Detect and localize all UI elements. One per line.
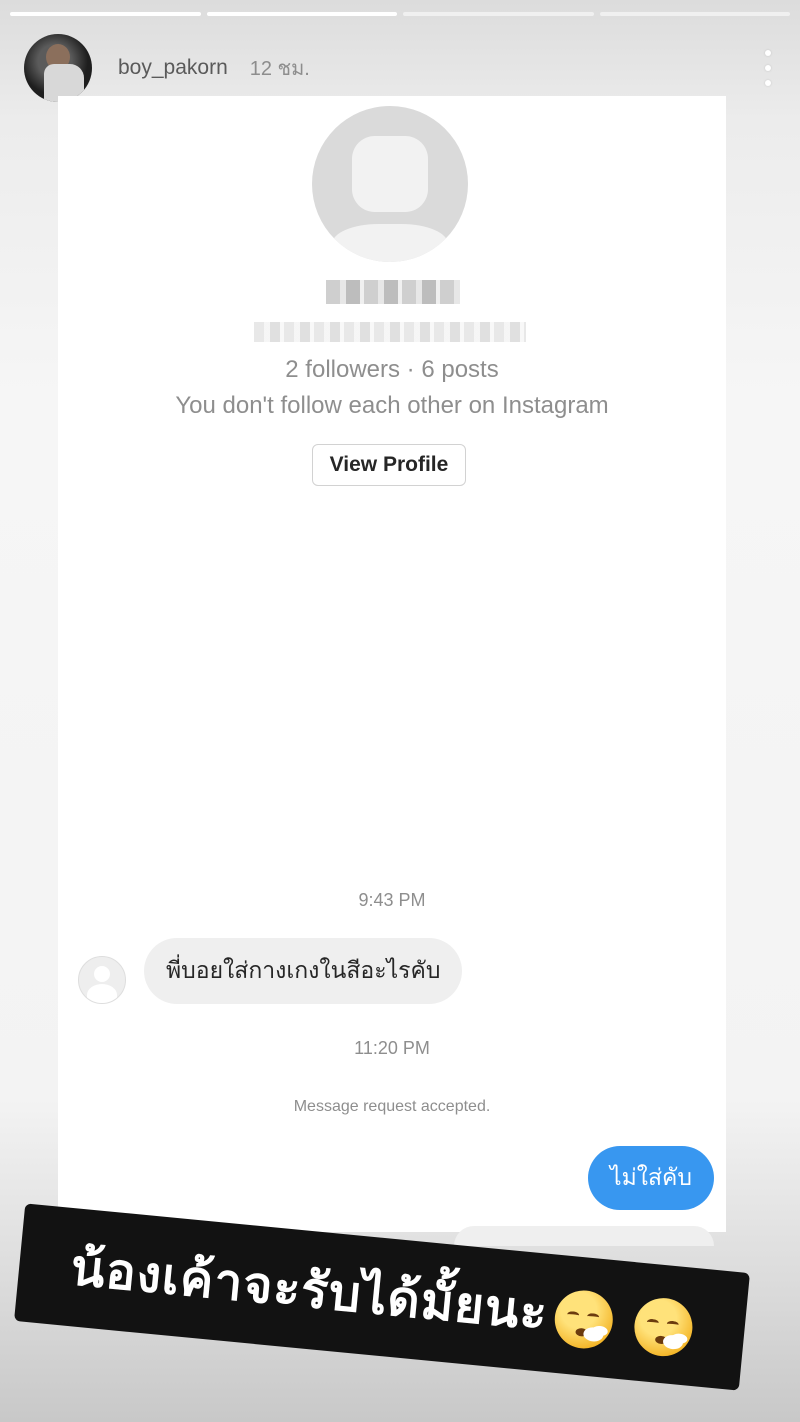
blurred-name: [326, 280, 460, 304]
story-progress-bar: [10, 12, 790, 16]
message-timestamp: 11:20 PM: [354, 1038, 430, 1058]
progress-segment: [10, 12, 201, 16]
face-exhaling-icon: [552, 1287, 616, 1352]
blurred-handle: [254, 322, 526, 342]
follow-status-note: You don't follow each other on Instagram: [175, 392, 609, 419]
profile-stats: 2 followers · 6 posts: [285, 356, 499, 383]
progress-segment: [403, 12, 594, 16]
outgoing-message-bubble: ไม่ใส่คับ: [588, 1146, 714, 1210]
sender-avatar-icon: [78, 956, 126, 1004]
pixelated-head: [352, 136, 428, 212]
avatar[interactable]: [24, 34, 92, 102]
progress-segment: [599, 12, 790, 16]
message-timestamp: 9:43 PM: [358, 890, 426, 910]
pixelated-body: [332, 224, 448, 262]
partial-message-bubble: [454, 1226, 714, 1246]
dm-screenshot: 2 followers · 6 posts You don't follow e…: [58, 96, 726, 1246]
story-time: 12 ชม.: [249, 58, 310, 80]
dot: [765, 65, 771, 71]
story-viewer: boy_pakorn 12 ชม. 2 followers · 6 posts …: [0, 0, 800, 1422]
view-profile-button[interactable]: View Profile: [312, 444, 466, 486]
incoming-message-bubble: พี่บอยใส่กางเกงในสีอะไรคับ: [144, 938, 463, 1004]
blurred-profile-picture: [312, 106, 468, 262]
caption-label: น้องเค้าจะรับได้มั้ยนะ: [68, 1237, 551, 1342]
request-accepted-note: Message request accepted.: [293, 1098, 491, 1115]
face-exhaling-icon: [632, 1295, 696, 1359]
progress-segment: [206, 12, 397, 16]
story-header: boy_pakorn 12 ชม.: [24, 34, 776, 102]
dot: [765, 80, 771, 86]
dot: [765, 50, 771, 56]
more-options-icon[interactable]: [764, 50, 772, 86]
caption-text: น้องเค้าจะรับได้มั้ยนะ: [67, 1228, 697, 1367]
story-username[interactable]: boy_pakorn: [118, 56, 228, 80]
